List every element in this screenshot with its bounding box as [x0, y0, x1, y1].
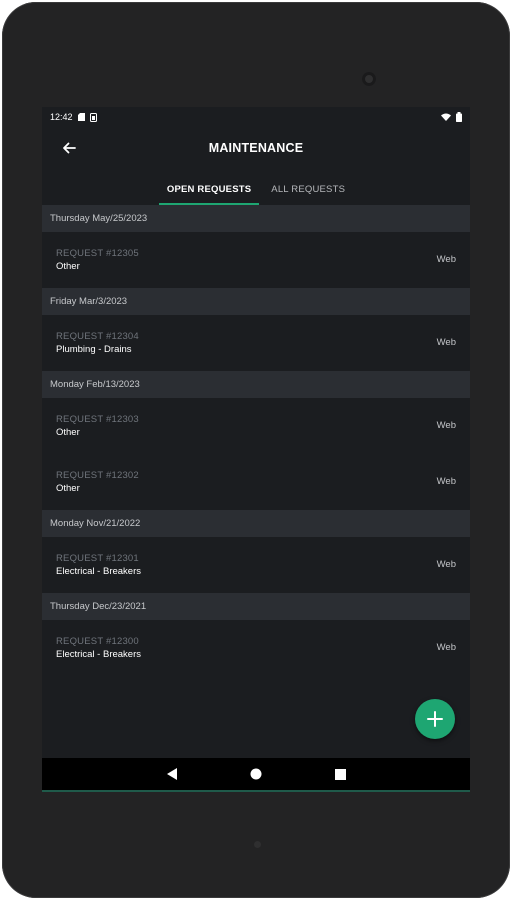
- recents-square-icon[interactable]: [332, 766, 348, 782]
- wifi-icon: [441, 113, 451, 121]
- request-number: REQUEST #12304: [56, 331, 139, 342]
- app-screen: 12:42 MAINTENANCE OPEN REQUESTS ALL REQU…: [42, 107, 470, 792]
- request-row[interactable]: REQUEST #12304 Plumbing - Drains Web: [42, 315, 470, 371]
- date-header: Thursday Dec/23/2021: [42, 593, 470, 620]
- request-number: REQUEST #12300: [56, 636, 139, 647]
- tab-all-requests[interactable]: ALL REQUESTS: [263, 184, 353, 205]
- date-header: Monday Nov/21/2022: [42, 510, 470, 537]
- request-number: REQUEST #12301: [56, 553, 139, 564]
- add-request-button[interactable]: [415, 699, 455, 739]
- arrow-left-icon[interactable]: [60, 139, 78, 157]
- request-source: Web: [436, 476, 456, 487]
- request-source: Web: [436, 559, 456, 570]
- request-number: REQUEST #12302: [56, 470, 139, 481]
- request-list: Thursday May/25/2023 REQUEST #12305 Othe…: [42, 205, 470, 676]
- request-source: Web: [436, 337, 456, 348]
- request-category: Plumbing - Drains: [56, 344, 132, 355]
- system-nav-bar: [42, 758, 470, 790]
- request-number: REQUEST #12303: [56, 414, 139, 425]
- date-header: Thursday May/25/2023: [42, 205, 470, 232]
- request-category: Other: [56, 261, 80, 272]
- back-triangle-icon[interactable]: [164, 766, 180, 782]
- tab-open-requests[interactable]: OPEN REQUESTS: [158, 184, 260, 205]
- tab-bar: OPEN REQUESTS ALL REQUESTS: [42, 169, 470, 205]
- sd-card-icon: [77, 113, 85, 121]
- request-source: Web: [436, 420, 456, 431]
- request-source: Web: [436, 642, 456, 653]
- front-camera: [362, 72, 376, 86]
- page-title: MAINTENANCE: [208, 141, 304, 155]
- date-header: Friday Mar/3/2023: [42, 288, 470, 315]
- plus-icon: [427, 711, 443, 727]
- status-time: 12:42: [50, 112, 73, 122]
- request-category: Other: [56, 483, 80, 494]
- request-row[interactable]: REQUEST #12300 Electrical - Breakers Web: [42, 620, 470, 676]
- microphone-dot: [254, 841, 261, 848]
- request-row[interactable]: REQUEST #12301 Electrical - Breakers Web: [42, 537, 470, 593]
- sim-icon: [89, 112, 97, 122]
- request-row[interactable]: REQUEST #12302 Other Web: [42, 454, 470, 510]
- screen-edge: [42, 790, 470, 792]
- battery-icon: [456, 112, 462, 122]
- request-category: Electrical - Breakers: [56, 566, 141, 577]
- home-circle-icon[interactable]: [248, 766, 264, 782]
- status-bar: 12:42: [42, 107, 470, 127]
- request-row[interactable]: REQUEST #12305 Other Web: [42, 232, 470, 288]
- app-bar: MAINTENANCE: [42, 127, 470, 169]
- date-header: Monday Feb/13/2023: [42, 371, 470, 398]
- request-source: Web: [436, 254, 456, 265]
- request-number: REQUEST #12305: [56, 248, 139, 259]
- request-category: Electrical - Breakers: [56, 649, 141, 660]
- request-row[interactable]: REQUEST #12303 Other Web: [42, 398, 470, 454]
- request-category: Other: [56, 427, 80, 438]
